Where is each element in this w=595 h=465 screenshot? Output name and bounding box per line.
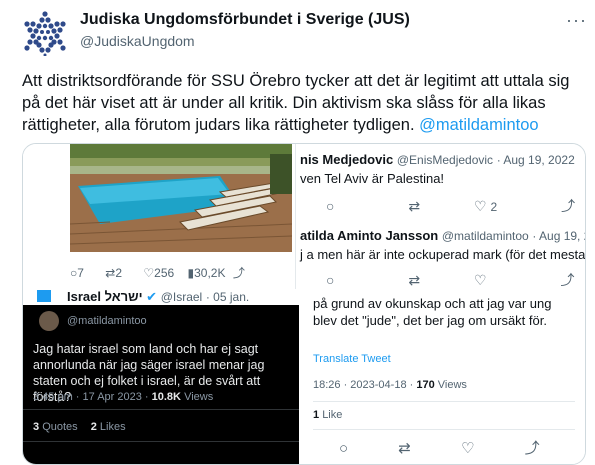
tweet2-handle: @matildamintoo (441, 229, 529, 243)
apology-likes-label[interactable]: Like (322, 409, 342, 421)
quotes-count: 3 (33, 421, 40, 433)
dark-views-count: 10.8K (151, 391, 181, 403)
apology-views-count: 170 (416, 379, 435, 391)
reply-count: 7 (77, 266, 84, 280)
tweet1-actions: ○ ⇄ ♡ 2 ⤴ (326, 196, 576, 216)
quoted-handle: @matildamintoo (67, 315, 147, 327)
views-count: 30,2K (194, 266, 226, 280)
tweet2-header: atilda Aminto Jansson @matildamintoo · A… (300, 228, 585, 243)
quotes-label[interactable]: Quotes (42, 421, 77, 433)
israel-date: · 05 jan. (205, 290, 250, 304)
dark-meta: 3:45 pm · 17 Apr 2023 · 10.8K Views (33, 391, 213, 403)
apology-likes: 1 Like (313, 409, 342, 421)
dark-views-label: Views (184, 391, 214, 403)
apology-time: 18:26 · 2023-04-18 · (313, 379, 414, 391)
like-icon[interactable]: ♡ (143, 266, 154, 280)
more-icon[interactable]: ··· (566, 10, 587, 31)
share-icon[interactable]: ⤴ (525, 440, 540, 457)
screenshot-thread: nis Medjedovic @EnisMedjedovic · Aug 19,… (295, 144, 586, 290)
reply-icon[interactable]: ○ (326, 198, 334, 214)
tweet1-date: · Aug 19, 2022 (496, 153, 575, 167)
share-icon[interactable]: ⤴ (233, 264, 245, 281)
verified-icon: ✔ (146, 289, 158, 304)
retweet-count: 2 (115, 266, 123, 280)
like-count: 256 (154, 266, 175, 280)
views-icon[interactable]: ▮ (188, 266, 195, 280)
tweet1-header: nis Medjedovic @EnisMedjedovic · Aug 19,… (300, 152, 575, 167)
display-name[interactable]: Judiska Ungdomsförbundet i Sverige (JUS) (80, 11, 410, 29)
dark-divider (23, 409, 299, 410)
dark-engagement: 3 Quotes 2 Likes (33, 421, 126, 433)
screenshot-dark-tweet: Israel ישראל ✔ @Israel · 05 jan. @matild… (23, 289, 299, 464)
retweet-icon[interactable]: ⇄ (105, 266, 115, 280)
tweet-text: Att distriktsordförande för SSU Örebro t… (22, 70, 582, 136)
dark-time: 3:45 pm · 17 Apr 2023 · (33, 391, 149, 403)
apology-divider-2 (313, 429, 575, 430)
apology-likes-count: 1 (313, 409, 320, 421)
apology-views-label: Views (437, 379, 467, 391)
translate-link[interactable]: Translate Tweet (313, 353, 391, 365)
like-icon[interactable]: ♡ (474, 198, 487, 214)
retweet-icon[interactable]: ⇄ (408, 272, 420, 288)
like-icon[interactable]: ♡ (474, 272, 487, 288)
screenshot-pool-tweet: ○7 ⇄2 ♡256 ▮30,2K ⤴ (23, 144, 295, 289)
screenshot-apology-tweet: på grund av okunskap och att jag var ung… (299, 289, 585, 464)
tweet-media[interactable]: ○7 ⇄2 ♡256 ▮30,2K ⤴ nis Medjedovic @Enis… (22, 143, 586, 465)
reply-icon[interactable]: ○ (326, 272, 334, 288)
quoted-avatar (39, 311, 59, 331)
dark-likes-label[interactable]: Likes (100, 421, 126, 433)
pool-tweet-stats: ○7 ⇄2 ♡256 ▮30,2K ⤴ (70, 264, 295, 281)
star-of-david-logo (24, 11, 66, 57)
israel-tweet-header: Israel ישראל ✔ @Israel · 05 jan. (23, 289, 299, 305)
israel-hebrew: ישראל (104, 289, 143, 304)
share-icon[interactable]: ⤴ (560, 272, 574, 288)
apology-text: på grund av okunskap och att jag var ung… (313, 296, 552, 328)
mention-link[interactable]: @matildamintoo (419, 116, 538, 134)
avatar[interactable] (22, 10, 68, 57)
tweet2-actions: ○ ⇄ ♡ ⤴ (326, 270, 576, 290)
tweet1-like-count: 2 (490, 200, 498, 214)
tweet1-handle: @EnisMedjedovic (396, 153, 494, 167)
reply-icon[interactable]: ○ (70, 266, 77, 280)
israel-handle: @Israel (160, 290, 203, 304)
retweet-icon[interactable]: ⇄ (398, 440, 411, 457)
tweet1-text: ven Tel Aviv är Palestina! (300, 171, 445, 186)
reply-icon[interactable]: ○ (339, 440, 348, 457)
tweet2-text: j a men här är inte ockuperad mark (för … (300, 247, 586, 262)
pool-photo (70, 144, 292, 252)
user-handle[interactable]: @JudiskaUngdom (80, 33, 195, 49)
retweet-icon[interactable]: ⇄ (408, 198, 420, 214)
tweet2-name: atilda Aminto Jansson (300, 228, 439, 243)
tweet1-name: nis Medjedovic (300, 152, 394, 167)
apology-meta: 18:26 · 2023-04-18 · 170 Views (313, 379, 467, 391)
share-icon[interactable]: ⤴ (561, 198, 575, 214)
apology-divider (313, 401, 575, 402)
israel-name: Israel (67, 289, 101, 304)
tweet2-date: · Aug 19, 20 (532, 229, 585, 243)
israel-avatar (37, 290, 51, 302)
apology-actions: ○ ⇄ ♡ ⤴ (339, 437, 579, 458)
dark-divider-2 (23, 441, 299, 442)
dark-likes-count: 2 (90, 421, 97, 433)
like-icon[interactable]: ♡ (461, 440, 474, 457)
